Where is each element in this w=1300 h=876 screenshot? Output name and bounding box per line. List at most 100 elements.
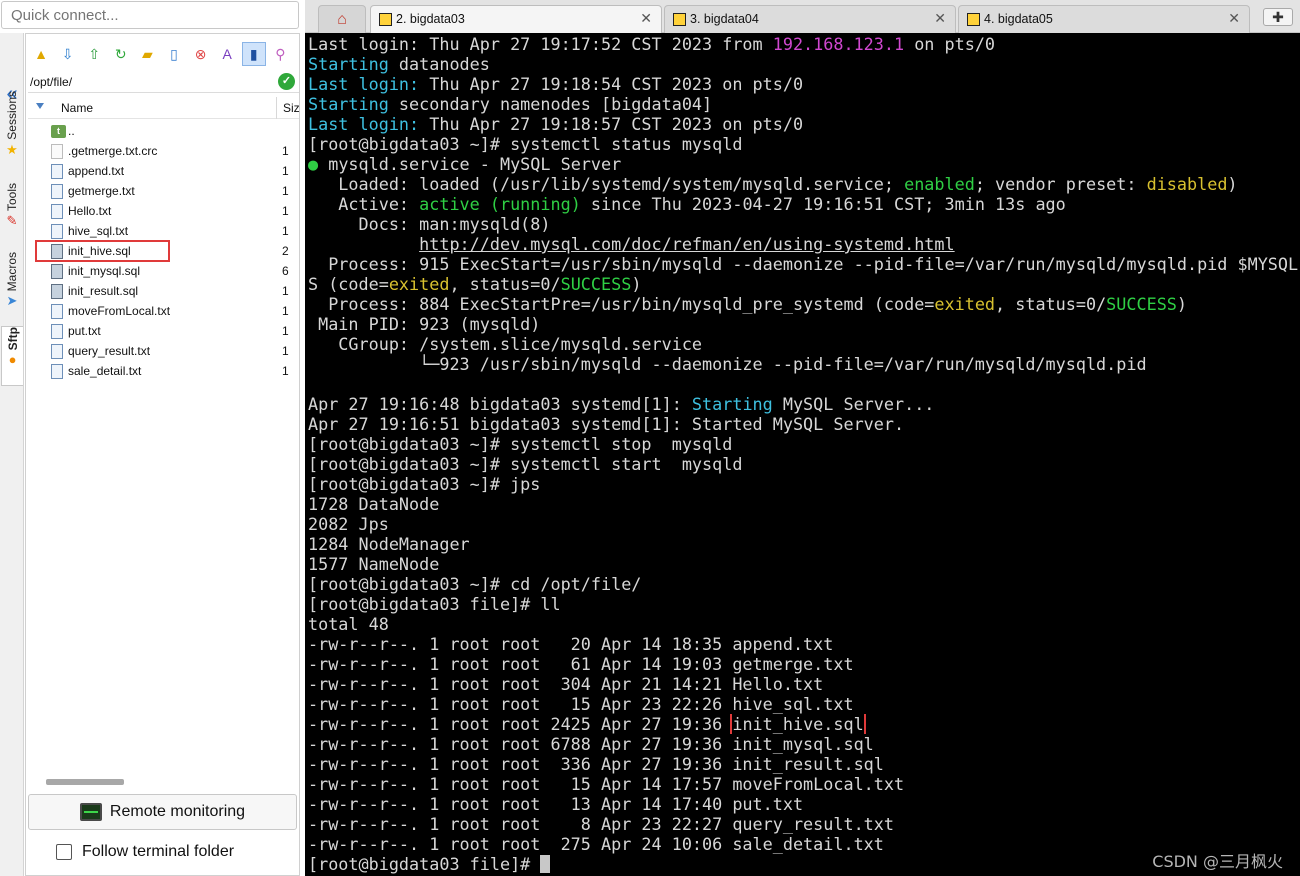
terminal-line: 2082 Jps: [308, 514, 1298, 534]
new-tab-button[interactable]: ✚: [1263, 8, 1293, 26]
close-icon[interactable]: ✕: [934, 10, 946, 27]
quick-connect-input[interactable]: [1, 1, 299, 29]
file-row[interactable]: put.txt 1: [28, 321, 299, 341]
file-list-header: Name Siz: [28, 97, 300, 119]
sftp-path-input[interactable]: [30, 74, 270, 89]
column-header-name[interactable]: Name: [61, 101, 93, 115]
terminal-text: MySQL Server...: [772, 394, 935, 414]
terminal-text: http://dev.mysql.com/doc/refman/en/using…: [419, 234, 955, 254]
tab-label: 4. bigdata05: [984, 12, 1053, 26]
column-header-size[interactable]: Siz: [283, 101, 300, 115]
file-row[interactable]: query_result.txt 1: [28, 341, 299, 361]
refresh-icon[interactable]: ↻: [109, 42, 133, 66]
terminal-text: , status=0/: [995, 294, 1107, 314]
terminal-line: -rw-r--r--. 1 root root 13 Apr 14 17:40 …: [308, 794, 1298, 814]
column-divider[interactable]: [276, 97, 277, 119]
terminal-text: S (code=: [308, 274, 389, 294]
file-size: 1: [282, 224, 289, 238]
terminal-line: -rw-r--r--. 1 root root 304 Apr 21 14:21…: [308, 674, 1298, 694]
download-icon[interactable]: ⇩: [56, 42, 80, 66]
terminal-text: Apr 27 19:16:51 bigdata03 systemd[1]: St…: [308, 414, 905, 434]
home-tab[interactable]: ⌂: [318, 5, 366, 33]
file-row[interactable]: sale_detail.txt 1: [28, 361, 299, 381]
terminal-text: Thu Apr 27 19:18:57 CST 2023 on pts/0: [419, 114, 804, 134]
terminal-text: 1728 DataNode: [308, 494, 440, 514]
tab-bigdata03[interactable]: 2. bigdata03 ✕: [370, 5, 662, 33]
file-name: query_result.txt: [68, 344, 151, 358]
terminal-session-icon: [379, 13, 392, 26]
terminal-text: datanodes: [388, 54, 490, 74]
terminal-text: secondary namenodes [bigdata04]: [388, 94, 713, 114]
terminal-text: ●: [308, 154, 319, 174]
file-name: put.txt: [68, 324, 101, 338]
rename-icon[interactable]: A: [215, 42, 239, 66]
new-file-icon[interactable]: ▯: [162, 42, 186, 66]
tab-sessions-label: Sessions: [5, 91, 19, 140]
terminal-text: [root@bigdata03 ~]# jps: [308, 474, 541, 494]
terminal-line: Loaded: loaded (/usr/lib/systemd/system/…: [308, 174, 1298, 194]
follow-terminal-checkbox[interactable]: [56, 844, 72, 860]
terminal-view[interactable]: Last login: Thu Apr 27 19:17:52 CST 2023…: [305, 33, 1300, 876]
path-ok-icon[interactable]: ✓: [278, 73, 295, 90]
follow-terminal-label: Follow terminal folder: [82, 843, 235, 860]
file-size: 1: [282, 144, 289, 158]
file-name: moveFromLocal.txt: [68, 304, 171, 318]
file-row[interactable]: init_result.sql 1: [28, 281, 299, 301]
upload-icon[interactable]: ⇧: [82, 42, 106, 66]
terminal-line: Process: 915 ExecStart=/usr/sbin/mysqld …: [308, 254, 1298, 274]
horizontal-scrollbar[interactable]: [46, 779, 124, 785]
tab-tools[interactable]: Tools ✎: [1, 183, 23, 228]
terminal-text: [root@bigdata03 ~]# systemctl status mys…: [308, 134, 743, 154]
tab-macros[interactable]: Macros ➤: [1, 252, 23, 308]
plus-icon: ✚: [1272, 9, 1284, 25]
terminal-text: Process: 884 ExecStartPre=/usr/bin/mysql…: [308, 294, 935, 314]
up-folder-icon[interactable]: ▲: [29, 42, 53, 66]
terminal-line: [root@bigdata03 ~]# systemctl start mysq…: [308, 454, 1298, 474]
file-size: 1: [282, 204, 289, 218]
delete-icon[interactable]: ⊗: [189, 42, 213, 66]
tab-sessions[interactable]: Sessions ★: [1, 91, 23, 157]
terminal-text: [root@bigdata03 ~]# systemctl stop mysql…: [308, 434, 733, 454]
terminal-text: enabled: [904, 174, 975, 194]
text-file-icon: [51, 344, 63, 359]
new-folder-icon[interactable]: ▰: [135, 42, 159, 66]
follow-terminal-folder-option[interactable]: Follow terminal folder: [56, 841, 234, 863]
file-name: sale_detail.txt: [68, 364, 142, 378]
toggle-icon[interactable]: ⚲: [268, 42, 292, 66]
file-row[interactable]: t..: [28, 121, 299, 141]
close-icon[interactable]: ✕: [640, 10, 652, 27]
sort-arrow-icon[interactable]: [36, 103, 44, 109]
file-row[interactable]: init_hive.sql 2: [35, 240, 289, 262]
file-row[interactable]: init_mysql.sql 6: [28, 261, 299, 281]
terminal-text: Last login: Thu Apr 27 19:17:52 CST 2023…: [308, 34, 773, 54]
file-row[interactable]: append.txt 1: [28, 161, 299, 181]
text-file-icon: [51, 304, 63, 319]
remote-monitoring-button[interactable]: Remote monitoring: [28, 794, 297, 830]
monitor-icon: [79, 803, 102, 821]
file-row[interactable]: hive_sql.txt 1: [28, 221, 299, 241]
close-icon[interactable]: ✕: [1228, 10, 1240, 27]
file-size: 1: [282, 344, 289, 358]
properties-icon[interactable]: ▮: [241, 42, 266, 66]
terminal-text: [root@bigdata03 ~]# cd /opt/file/: [308, 574, 642, 594]
terminal-text: -rw-r--r--. 1 root root 61 Apr 14 19:03 …: [308, 654, 854, 674]
file-row[interactable]: moveFromLocal.txt 1: [28, 301, 299, 321]
terminal-line: total 48: [308, 614, 1298, 634]
file-size: 2: [282, 244, 289, 258]
terminal-text: Starting: [308, 94, 389, 114]
terminal-text: total 48: [308, 614, 389, 634]
terminal-text: -rw-r--r--. 1 root root 8 Apr 23 22:27 q…: [308, 814, 894, 834]
terminal-line: -rw-r--r--. 1 root root 61 Apr 14 19:03 …: [308, 654, 1298, 674]
tab-bigdata04[interactable]: 3. bigdata04 ✕: [664, 5, 956, 33]
terminal-text: CGroup: /system.slice/mysqld.service: [308, 334, 703, 354]
file-row[interactable]: .getmerge.txt.crc 1: [28, 141, 299, 161]
terminal-text: Docs: man:mysqld(8): [308, 214, 551, 234]
file-row[interactable]: getmerge.txt 1: [28, 181, 299, 201]
file-row[interactable]: Hello.txt 1: [28, 201, 299, 221]
tab-bigdata05[interactable]: 4. bigdata05 ✕: [958, 5, 1250, 33]
tab-sftp[interactable]: Sftp ●: [1, 326, 23, 386]
terminal-text: Last login:: [308, 114, 420, 134]
home-icon: ⌂: [337, 10, 347, 28]
terminal-text: on pts/0: [904, 34, 996, 54]
